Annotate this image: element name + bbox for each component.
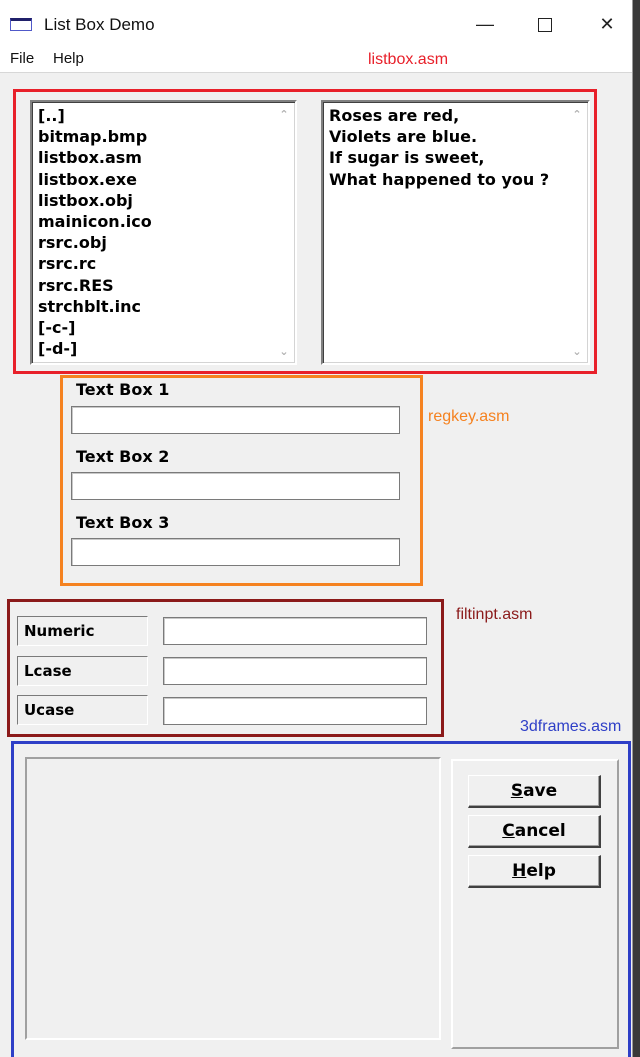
- minimize-icon: —: [476, 14, 494, 34]
- text-box-3-label: Text Box 3: [76, 513, 170, 532]
- close-icon: ✕: [599, 14, 615, 34]
- list-item[interactable]: listbox.exe: [38, 169, 295, 190]
- list-item[interactable]: rsrc.obj: [38, 232, 295, 253]
- text-box-2-input[interactable]: [71, 472, 400, 500]
- window-title: List Box Demo: [44, 15, 155, 34]
- sunken-3d-frame: [25, 757, 441, 1040]
- scroll-up-icon[interactable]: ⌃: [278, 109, 290, 120]
- list-item[interactable]: If sugar is sweet,: [329, 147, 588, 168]
- annotation-3dframes-label: 3dframes.asm: [520, 718, 622, 735]
- text-box-1-input[interactable]: [71, 406, 400, 434]
- list-item[interactable]: [-c-]: [38, 317, 295, 338]
- list-item[interactable]: rsrc.RES: [38, 275, 295, 296]
- save-button[interactable]: Save: [468, 775, 601, 808]
- list-item[interactable]: listbox.asm: [38, 147, 295, 168]
- text-box-2-label: Text Box 2: [76, 447, 170, 466]
- file-list-scrollbar[interactable]: ⌃ ⌄: [276, 106, 292, 359]
- lcase-label: Lcase: [17, 656, 148, 686]
- list-item[interactable]: [..]: [38, 105, 295, 126]
- help-button[interactable]: Help: [468, 855, 601, 888]
- text-box-1-label: Text Box 1: [76, 380, 170, 399]
- cancel-label: ancel: [514, 821, 566, 841]
- numeric-input[interactable]: [163, 617, 427, 645]
- scroll-down-icon[interactable]: ⌄: [571, 346, 583, 357]
- list-item[interactable]: Violets are blue.: [329, 126, 588, 147]
- list-item[interactable]: strchblt.inc: [38, 296, 295, 317]
- file-list-box[interactable]: [..] bitmap.bmp listbox.asm listbox.exe …: [30, 100, 297, 365]
- minimize-button[interactable]: —: [467, 6, 503, 42]
- list-item[interactable]: bitmap.bmp: [38, 126, 295, 147]
- list-item[interactable]: [-d-]: [38, 338, 295, 359]
- text-box-3-input[interactable]: [71, 538, 400, 566]
- lcase-input[interactable]: [163, 657, 427, 685]
- poem-list-scrollbar[interactable]: ⌃ ⌄: [569, 106, 585, 359]
- help-mnemonic: H: [512, 861, 527, 881]
- numeric-label: Numeric: [17, 616, 148, 646]
- list-item[interactable]: listbox.obj: [38, 190, 295, 211]
- menu-bar: [0, 46, 632, 73]
- close-button[interactable]: ✕: [589, 6, 625, 42]
- list-item[interactable]: mainicon.ico: [38, 211, 295, 232]
- save-mnemonic: S: [510, 781, 524, 801]
- maximize-button[interactable]: [527, 6, 563, 42]
- scroll-down-icon[interactable]: ⌄: [278, 346, 290, 357]
- menu-file[interactable]: File: [10, 50, 34, 67]
- annotation-listbox-label: listbox.asm: [368, 51, 449, 68]
- list-item[interactable]: What happened to you ?: [329, 169, 588, 190]
- cancel-button[interactable]: Cancel: [468, 815, 601, 848]
- list-item[interactable]: rsrc.rc: [38, 253, 295, 274]
- save-label: ave: [523, 781, 558, 801]
- scroll-up-icon[interactable]: ⌃: [571, 109, 583, 120]
- ucase-label: Ucase: [17, 695, 148, 725]
- poem-list-box[interactable]: Roses are red, Violets are blue. If suga…: [321, 100, 590, 365]
- list-item[interactable]: Roses are red,: [329, 105, 588, 126]
- ucase-input[interactable]: [163, 697, 427, 725]
- window-icon: [10, 18, 32, 31]
- annotation-regkey-label: regkey.asm: [428, 408, 510, 425]
- maximize-icon: [538, 18, 552, 33]
- help-label: elp: [526, 861, 556, 881]
- cancel-mnemonic: C: [502, 821, 515, 841]
- annotation-filtinpt-label: filtinpt.asm: [456, 606, 533, 623]
- list-box-demo-window: List Box Demo — ✕ File Help listbox.asm …: [0, 0, 633, 1057]
- menu-help[interactable]: Help: [53, 50, 84, 67]
